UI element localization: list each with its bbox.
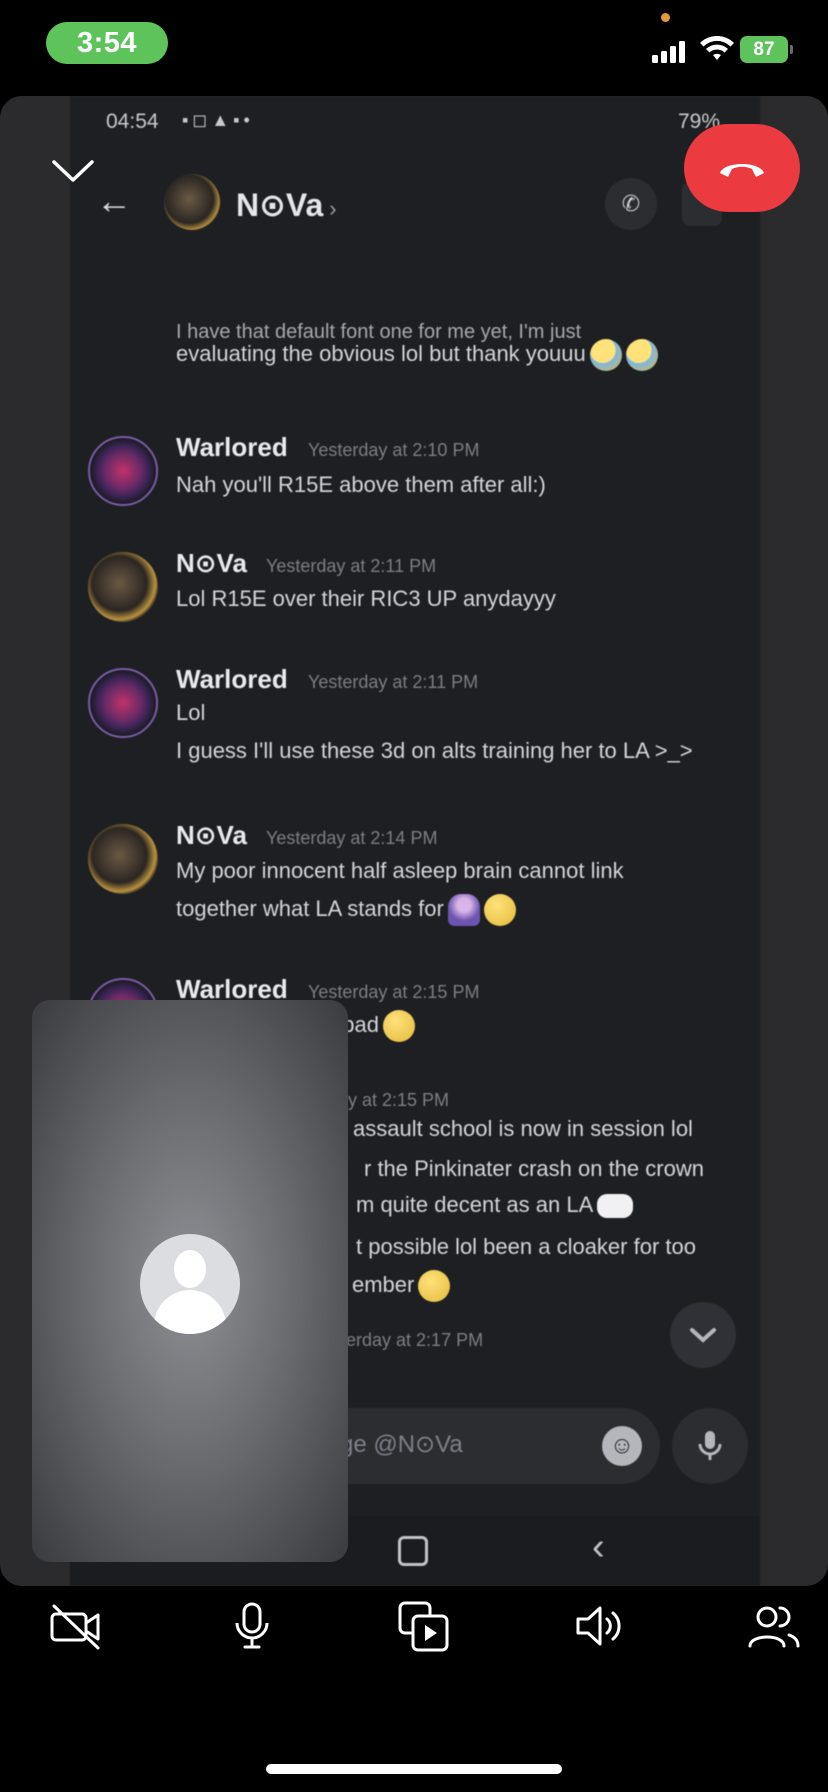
message-author: N⊙Va [176,548,247,578]
message-timestamp: erday at 2:17 PM [346,1330,484,1350]
camera-off-button[interactable] [46,1596,106,1656]
remote-video-frame[interactable]: 04:54 ▪◻▲▪• 79% ← N⊙Va › ✆ I have that de… [0,96,828,1586]
message-cut-line: I have that default font one for me yet,… [176,321,582,343]
message-line: Nah you'll R15E above them after all:) [176,472,546,497]
message-timestamp: Yesterday at 2:11 PM [266,556,437,576]
scroll-down-button [670,1302,736,1368]
emoji-icon [483,894,516,926]
message-line: m quite decent as an LA [356,1192,594,1217]
message-timestamp: Yesterday at 2:14 PM [266,828,438,848]
message-line: t possible lol been a cloaker for too [356,1234,696,1259]
participants-button[interactable] [744,1596,804,1656]
shareplay-icon [398,1601,449,1652]
mute-button[interactable] [222,1596,282,1656]
mic-icon [672,1408,748,1484]
home-indicator[interactable] [266,1764,562,1774]
message-author: Warlored [176,432,288,462]
message-input-placeholder: ge @N⊙Va [340,1431,463,1458]
cellular-signal-icon [652,39,688,63]
collapse-chevron-icon[interactable] [50,148,96,194]
call-controls-bar [0,1596,828,1666]
share-play-button[interactable] [394,1596,454,1656]
emoji-icon [383,1010,416,1042]
contact-name-text: N⊙Va [236,187,324,223]
android-status-bar: 04:54 ▪◻▲▪• 79% [70,96,760,152]
emoji-icon: ☺ [602,1426,642,1466]
eyes-emoji-icon [597,1194,634,1219]
message-timestamp: Yesterday at 2:10 PM [308,440,480,460]
mic-in-use-indicator [661,13,670,22]
message-author: N⊙Va [176,820,247,850]
back-arrow-icon: ← [96,180,132,221]
android-notification-icons: ▪◻▲▪• [182,110,254,130]
battery-indicator: 87 [740,36,793,63]
emoji-icon [589,339,622,372]
message-line-wrap: ember [352,1270,451,1302]
avatar [88,824,158,894]
avatar [88,668,158,738]
emoji-icon [418,1270,451,1302]
message-timestamp: y at 2:15 PM [348,1090,450,1110]
emoji-icon [447,894,480,926]
speaker-button[interactable] [570,1596,630,1656]
avatar [88,552,158,622]
message-line-wrap: together what LA stands for [176,894,516,926]
home-square-icon [398,1536,428,1566]
camera-off-icon [50,1604,100,1650]
message-line: r the Pinkinater crash on the crown [364,1156,704,1181]
end-call-button[interactable] [684,124,800,212]
message-line: Lol R15E over their RIC3 UP anydayyy [176,586,556,611]
message-line: ember [352,1271,415,1297]
android-time: 04:54 [106,110,159,133]
nav-back-icon: ‹ [592,1526,605,1568]
end-call-icon [720,164,764,177]
message-line: My poor innocent half asleep brain canno… [176,858,624,883]
phone-icon: ✆ [605,178,657,230]
emoji-icon [625,339,658,372]
self-view-tile[interactable] [32,1000,348,1562]
chevron-right-icon: › [329,196,337,221]
chat-header: ← N⊙Va › ✆ [70,152,760,262]
speaker-icon [576,1606,621,1646]
wifi-icon [700,36,734,60]
mic-icon [235,1602,269,1649]
contact-avatar [164,174,220,230]
message-partial: I have that default font one for me yet,… [176,321,658,372]
message-line: Lol [176,700,206,725]
message-line: assault school is now in session lol [353,1116,693,1141]
message-line-wrap: m quite decent as an LA [356,1192,634,1219]
chevron-down-icon [690,1328,716,1343]
message-author: Warlored [176,664,288,694]
message-line: together what LA stands for [176,895,444,921]
status-bar-time[interactable]: 3:54 [46,22,168,64]
person-avatar-icon [140,1234,240,1334]
message-timestamp: Yesterday at 2:11 PM [308,672,479,692]
people-icon [748,1606,800,1648]
avatar [88,436,158,506]
contact-name: N⊙Va › [236,186,337,224]
message-line: I guess I'll use these 3d on alts traini… [176,738,693,763]
